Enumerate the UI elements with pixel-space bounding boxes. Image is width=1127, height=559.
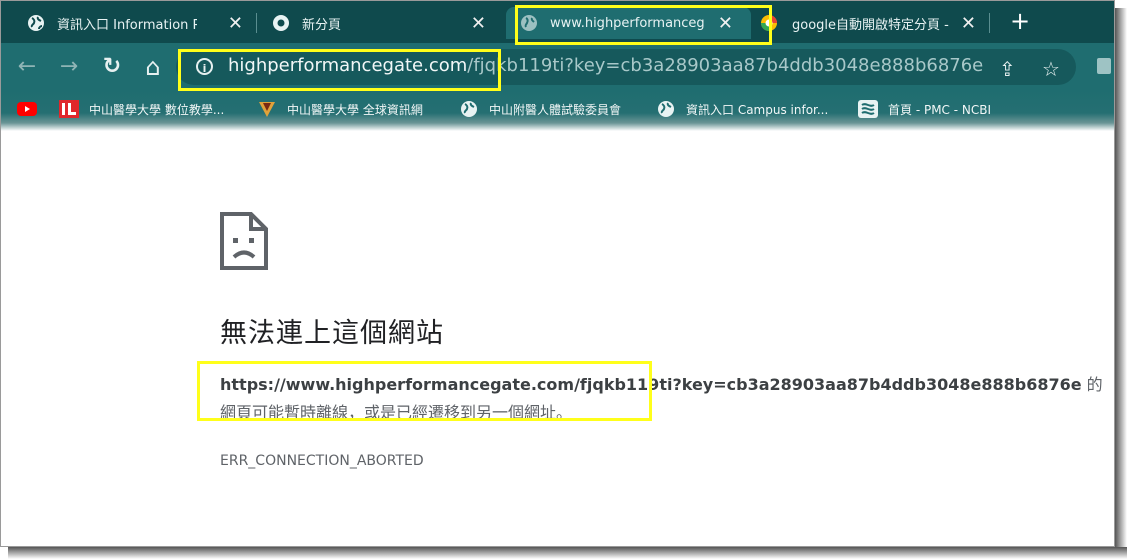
sad-page-icon: [219, 211, 269, 275]
error-description: https://www.highperformancegate.com/fjqk…: [220, 371, 1114, 427]
error-title: 無法連上這個網站: [220, 318, 444, 349]
bookmark-label: 中山醫學大學 全球資訊網: [287, 102, 423, 117]
tab-information-portal[interactable]: 資訊入口 Information Portal ✕: [1, 7, 251, 39]
new-tab-button[interactable]: +: [1009, 7, 1031, 37]
tab-title: 資訊入口 Information Portal: [57, 17, 197, 33]
tab-title: google自動開啟特定分頁 -: [792, 17, 949, 33]
tab-new-tab[interactable]: 新分頁 ✕: [246, 7, 496, 39]
globe-icon: [656, 100, 676, 118]
browser-window: 資訊入口 Information Portal ✕ 新分頁 ✕ www.high…: [0, 0, 1115, 547]
back-button[interactable]: ←: [15, 55, 39, 79]
tab-title: 新分頁: [302, 17, 342, 33]
tab-google-search[interactable]: google自動開啟特定分頁 - ✕: [756, 7, 986, 39]
close-tab-icon[interactable]: ✕: [718, 13, 733, 34]
error-code: ERR_CONNECTION_ABORTED: [220, 453, 424, 469]
browser-toolbar: ← → ↻ ⌂ i highperformancegate.com/fjqkb1…: [1, 43, 1114, 91]
chrome-icon: [272, 14, 290, 32]
google-icon: [760, 14, 778, 32]
bookmark-label: 中山醫學大學 數位教學...: [89, 102, 225, 117]
bookmark-csmu[interactable]: 中山醫學大學 全球資訊網: [257, 98, 423, 120]
error-url: https://www.highperformancegate.com/fjqk…: [220, 375, 1082, 394]
site-info-icon[interactable]: i: [196, 58, 213, 75]
home-button[interactable]: ⌂: [141, 55, 165, 79]
forward-button[interactable]: →: [57, 55, 81, 79]
window-shadow: [8, 547, 1127, 559]
bookmarks-bar: 中山醫學大學 數位教學... 中山醫學大學 全球資訊網 中山附醫人體試驗委員會 …: [1, 91, 1114, 131]
star-icon[interactable]: ☆: [1042, 57, 1060, 81]
url-text[interactable]: highperformancegate.com/fjqkb119ti?key=c…: [228, 55, 983, 76]
close-tab-icon[interactable]: ✕: [471, 13, 486, 34]
loading-globe-icon: [520, 14, 538, 32]
youtube-icon: [17, 100, 37, 118]
address-bar[interactable]: i highperformancegate.com/fjqkb119ti?key…: [176, 49, 1076, 85]
bookmark-pmc[interactable]: 首頁 - PMC - NCBI: [858, 98, 991, 120]
ilearn-icon: [59, 100, 79, 118]
window-shadow: [1115, 8, 1127, 559]
error-page: 無法連上這個網站 https://www.highperformancegate…: [1, 131, 1114, 546]
reload-button[interactable]: ↻: [100, 55, 124, 79]
share-icon[interactable]: ⇪: [999, 57, 1016, 81]
csmu-logo-icon: [257, 100, 277, 118]
globe-icon: [459, 100, 479, 118]
bookmark-label: 資訊入口 Campus infor...: [686, 102, 829, 117]
bookmark-label: 中山附醫人體試驗委員會: [489, 102, 622, 117]
tab-highperformancegate[interactable]: www.highperformancegate.com ✕: [506, 7, 751, 39]
close-tab-icon[interactable]: ✕: [228, 13, 243, 34]
save-icon[interactable]: [1097, 58, 1111, 74]
url-path: /fjqkb119ti?key=cb3a28903aa87b4ddb3048e8…: [467, 55, 984, 76]
tab-separator: [989, 13, 990, 33]
url-host: highperformancegate.com: [228, 55, 468, 76]
tab-strip: 資訊入口 Information Portal ✕ 新分頁 ✕ www.high…: [1, 1, 1114, 43]
bookmark-label: 首頁 - PMC - NCBI: [888, 102, 992, 117]
tab-title: www.highperformancegate.com: [550, 15, 705, 31]
close-tab-icon[interactable]: ✕: [961, 13, 976, 34]
bookmark-ilearn[interactable]: 中山醫學大學 數位教學...: [59, 98, 224, 120]
bookmark-youtube[interactable]: [17, 98, 47, 120]
bookmark-campus[interactable]: 資訊入口 Campus infor...: [656, 98, 828, 120]
globe-icon: [27, 14, 45, 32]
bookmark-irb[interactable]: 中山附醫人體試驗委員會: [459, 98, 621, 120]
ncbi-icon: [858, 100, 878, 118]
